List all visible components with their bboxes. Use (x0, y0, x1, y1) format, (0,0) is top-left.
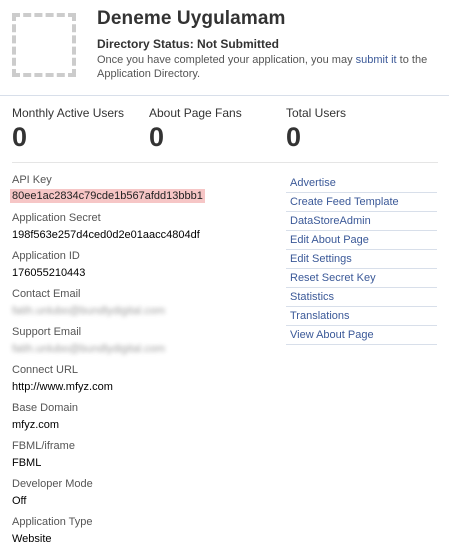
translations-link[interactable]: Translations (286, 307, 437, 326)
application-id-value: 176055210443 (12, 267, 86, 279)
view-about-page-link[interactable]: View About Page (286, 326, 437, 345)
field-label: Application Secret (12, 212, 101, 224)
base-domain-value: mfyz.com (12, 419, 60, 431)
stats-divider (12, 162, 438, 163)
field-label: Contact Email (12, 288, 81, 300)
field-support-email: Support Email fatih.unlubo@bundlydigital… (12, 326, 165, 355)
header-divider (0, 95, 449, 96)
app-actions-list: Advertise Create Feed Template DataStore… (286, 174, 437, 345)
field-label: FBML/iframe (12, 440, 75, 452)
app-summary-page: Deneme Uygulamam Directory Status: Not S… (0, 0, 449, 551)
reset-secret-key-link[interactable]: Reset Secret Key (286, 269, 437, 288)
app-header: Deneme Uygulamam Directory Status: Not S… (0, 0, 449, 94)
field-label: API Key (12, 174, 52, 186)
stat-label: Total Users (286, 106, 347, 120)
field-label: Developer Mode (12, 478, 93, 490)
create-feed-template-link[interactable]: Create Feed Template (286, 193, 437, 212)
field-label: Base Domain (12, 402, 79, 414)
contact-email-value: fatih.unlubo@bundlydigital.com (12, 305, 166, 317)
stat-label: Monthly Active Users (12, 106, 125, 120)
fbml-iframe-value: FBML (12, 457, 42, 469)
field-application-secret: Application Secret 198f563e257d4ced0d2e0… (12, 212, 200, 241)
stat-value: 0 (286, 122, 302, 152)
developer-mode-value: Off (12, 495, 27, 507)
edit-settings-link[interactable]: Edit Settings (286, 250, 437, 269)
stat-value: 0 (12, 122, 28, 152)
directory-status: Directory Status: Not Submitted (97, 37, 280, 51)
application-type-value: Website (12, 533, 52, 545)
connect-url-value: http://www.mfyz.com (12, 381, 113, 393)
stat-about-page-fans: About Page Fans 0 (149, 106, 242, 152)
stat-value: 0 (149, 122, 165, 152)
application-secret-value: 198f563e257d4ced0d2e01aacc4804df (12, 229, 200, 241)
field-label: Application Type (12, 516, 93, 528)
support-email-value: fatih.unlubo@bundlydigital.com (12, 343, 166, 355)
stat-label: About Page Fans (149, 106, 242, 120)
app-icon-placeholder (12, 13, 76, 77)
field-label: Application ID (12, 250, 80, 262)
field-contact-email: Contact Email fatih.unlubo@bundlydigital… (12, 288, 165, 317)
field-application-id: Application ID 176055210443 (12, 250, 85, 279)
field-label: Connect URL (12, 364, 79, 376)
submit-it-link[interactable]: submit it (356, 54, 397, 66)
field-application-type: Application Type Website (12, 516, 93, 545)
field-developer-mode: Developer Mode Off (12, 478, 93, 507)
field-label: Support Email (12, 326, 82, 338)
datastoreadmin-link[interactable]: DataStoreAdmin (286, 212, 437, 231)
edit-about-page-link[interactable]: Edit About Page (286, 231, 437, 250)
stat-monthly-active-users: Monthly Active Users 0 (12, 106, 124, 152)
field-connect-url: Connect URL http://www.mfyz.com (12, 364, 113, 393)
stat-total-users: Total Users 0 (286, 106, 346, 152)
field-base-domain: Base Domain mfyz.com (12, 402, 78, 431)
directory-description: Once you have completed your application… (97, 53, 437, 81)
field-fbml-iframe: FBML/iframe FBML (12, 440, 75, 469)
app-name: Deneme Uygulamam (97, 8, 286, 29)
api-key-value: 80ee1ac2834c79cde1b567afdd13bbb1 (10, 189, 205, 203)
statistics-link[interactable]: Statistics (286, 288, 437, 307)
advertise-link[interactable]: Advertise (286, 174, 437, 193)
directory-description-before: Once you have completed your application… (97, 54, 356, 66)
field-api-key: API Key 80ee1ac2834c79cde1b567afdd13bbb1 (10, 174, 205, 204)
